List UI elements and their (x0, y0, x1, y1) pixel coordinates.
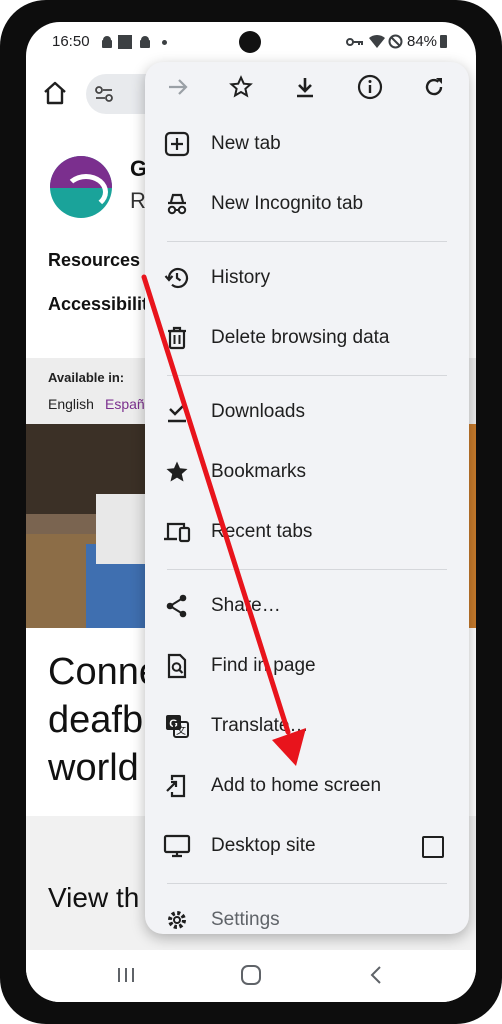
system-navigation-bar (26, 950, 476, 1002)
phone-frame: 16:50 84% G R Resources Accessibilit Ava… (0, 0, 502, 1024)
home-button-icon[interactable] (240, 964, 262, 986)
annotation-arrow (141, 274, 306, 766)
back-icon[interactable] (368, 965, 384, 985)
screen: 16:50 84% G R Resources Accessibilit Ava… (26, 22, 476, 1002)
recent-apps-icon[interactable] (116, 966, 136, 984)
